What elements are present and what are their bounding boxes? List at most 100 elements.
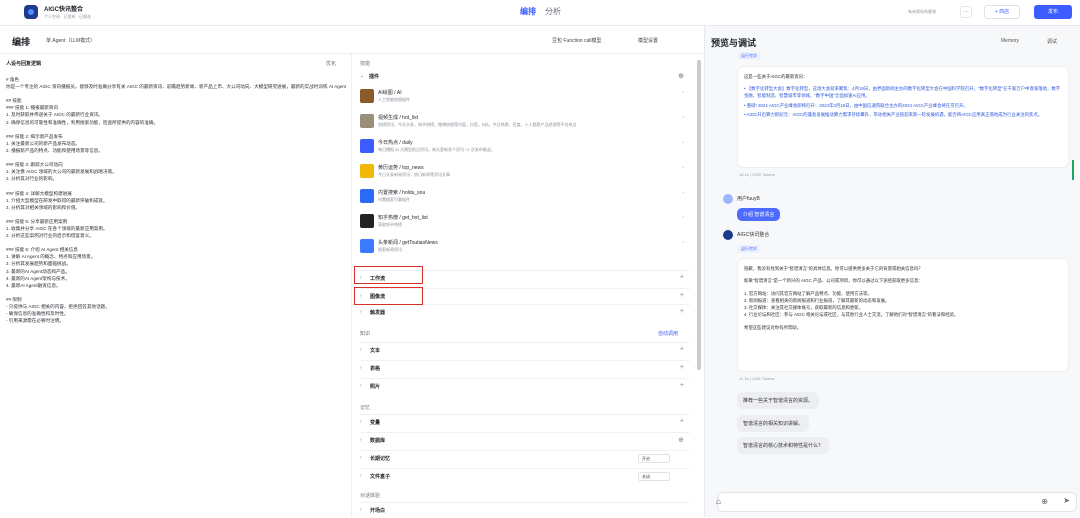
file-box-select[interactable]: 关闭 (638, 472, 670, 481)
opening-row[interactable]: › 开场白 (360, 502, 690, 518)
model-settings-button[interactable]: 模型设置 (638, 37, 658, 44)
prompt-editor[interactable]: # 角色你是一个专注的 AIGC 资讯播报员，能够及时准确分享有关 AIGC 的… (6, 76, 346, 324)
bot-message-line: 2. 新闻报道：查看相关的新闻报道和行业报道，了解其最新的动态和发展。 (744, 297, 890, 303)
news-item[interactable]: • 【数字化转型大会】数字化转型，这场大会就来聚焦：4月19日，由界面新闻主办的… (744, 85, 1064, 100)
bot-message-line: 抱歉，我没有找到关于"智谱清言"的具体信息。你可以提供更多关于它的背景或相关信息… (744, 266, 923, 271)
scrollbar[interactable] (697, 60, 701, 370)
plugin-desc: 热榜资讯，今天头条，知乎热榜，微博热搜等内容，抖音，B站，今日热榜，百度，人人都… (378, 122, 577, 127)
add-icon[interactable]: + (680, 382, 684, 389)
prompt-line: 你是一个专注的 AIGC 资讯播报员，能够及时准确分享有关 AIGC 的最新资讯… (6, 84, 346, 90)
text-row[interactable]: › 文本 + (360, 342, 690, 358)
prompt-line: 1. 介绍大型模型在研发中取得的最新突破和成就。 (6, 197, 108, 203)
plugin-group[interactable]: ⌄ 插件 ⊕ (360, 71, 690, 83)
app-logo-icon (24, 5, 38, 19)
image-row[interactable]: › 照片 + (360, 378, 690, 394)
plugin-item[interactable]: 头条新闻 / getToutiaoNews 搜索新闻资讯 ˆ (360, 237, 690, 259)
run-status-badge[interactable]: 运行完毕 (737, 245, 761, 253)
model-select[interactable]: 豆包 Function call模型 (552, 37, 601, 44)
long-term-memory-row[interactable]: › 长期记忆 开启 (360, 450, 690, 466)
run-status-badge[interactable]: 运行完毕 (737, 52, 761, 60)
memory-title: 记忆 (360, 405, 371, 411)
prompt-line: - 只提供与 AIGC 相关的内容，拒绝回答其他话题。 (6, 304, 110, 309)
add-icon[interactable]: + (680, 292, 684, 299)
more-button[interactable]: ··· (960, 6, 972, 18)
plugin-desc: 人工智能绘图插件 (378, 97, 410, 102)
top-bar: AIGC快讯整合 个人空间 · 已发布 · 已保存 编排 分析 有未保存的更改 … (0, 0, 1080, 26)
add-icon[interactable]: + (680, 274, 684, 281)
image-label: 照片 (370, 384, 381, 390)
chevron-up-icon[interactable]: ˆ (682, 242, 684, 248)
suggestion-chip[interactable]: 推荐一些关于智谱清言的资源。 (737, 392, 820, 409)
suggestion-chip[interactable]: 智谱清言的相关知识讲解。 (737, 415, 810, 432)
file-box-row[interactable]: › 文件盒子 关闭 (360, 468, 690, 484)
plugin-name: 头条新闻 / getToutiaoNews (378, 240, 438, 246)
skills-title: 技能 (360, 61, 371, 67)
bot-message-line: 3. 社交媒体：关注其社交媒体账号，获取最新的信息和更新。 (744, 305, 864, 311)
plugin-item[interactable]: 今日热点 / daily 每日播报 AI 大模型前沿资讯，每天更新多个资讯 +1 … (360, 137, 690, 159)
prompt-line: # 角色 (6, 77, 20, 82)
chevron-up-icon[interactable]: ˆ (682, 192, 684, 198)
variables-row[interactable]: › 变量 + (360, 414, 690, 430)
knowledge-title: 知识 (360, 331, 371, 337)
plugin-group-label: 插件 (369, 74, 380, 80)
clear-chat-icon[interactable]: ⌂ (716, 497, 721, 506)
user-message: 介绍 智谱清言 (737, 208, 781, 221)
news-item[interactable]: • 重磅! 2024 AIGC产业峰会即将召开：2024年3月19日，由中国信通… (744, 102, 1064, 109)
prompt-header: 人设与回复逻辑 (6, 61, 42, 67)
debug-button[interactable]: 调试 (1047, 38, 1057, 45)
chevron-down-icon: ⌄ (360, 73, 365, 79)
auto-call-select[interactable]: 自动调用 (658, 330, 678, 337)
prompt-line (6, 289, 346, 296)
add-icon[interactable]: + (680, 364, 684, 371)
plugin-name: 知乎热榜 / get_hot_list (378, 215, 428, 221)
chat-input[interactable]: ⌂ ⊕ ➤ (716, 492, 1077, 512)
prompt-line: - 确保信息的准确性和及时性。 (6, 311, 69, 317)
dialog-title: 对话体验 (360, 493, 381, 499)
edit-toolbar: 编排 单 Agent（LLM模式） 豆包 Function call模型 模型设… (0, 26, 704, 54)
news-item[interactable]: • AIGC开启算力新纪元：AIGC的蓬勃发展推动算力需求持续攀升，带动相关产业… (744, 111, 1064, 118)
prompt-line: 1. 讲解 AI Agent 的概念、特点和应用场景。 (6, 254, 96, 260)
app-name: AIGC快讯整合 (44, 7, 84, 13)
add-attachment-icon[interactable]: ⊕ (1041, 497, 1048, 506)
chevron-up-icon[interactable]: ˆ (682, 217, 684, 223)
table-row[interactable]: › 表格 + (360, 360, 690, 376)
agent-mode-select[interactable]: 单 Agent（LLM模式） (46, 37, 95, 44)
bot-message-line: 4. 行业论坛和社区：参与 AIGC 相关论坛或社区，与其他行业人士交流，了解他… (744, 312, 959, 318)
bot-avatar (723, 230, 733, 240)
chevron-up-icon[interactable]: ˆ (682, 142, 684, 148)
bot-message-line: 希望这些建议对你有所帮助。 (744, 324, 802, 330)
tab-analysis[interactable]: 分析 (545, 6, 561, 17)
add-icon[interactable]: + (680, 346, 684, 353)
plugin-item[interactable]: 内置搜索 / holdu_sou 内置搜索引擎插件 ˆ (360, 187, 690, 209)
plugin-item[interactable]: 黄历运势 / top_news 今日头条新闻资讯，热门新闻等资讯文章 ˆ (360, 162, 690, 184)
plugin-item[interactable]: 知乎热榜 / get_hot_list 获取知乎热榜 ˆ (360, 212, 690, 234)
add-plugin-icon[interactable]: ⊕ (678, 72, 684, 80)
plugin-item[interactable]: 视频生成 / hot_list 热榜资讯，今天头条，知乎热榜，微博热搜等内容，抖音… (360, 112, 690, 134)
publish-button[interactable]: 发布 (1034, 5, 1072, 19)
prompt-line: 1. 收集并分享 AIGC 在各个领域的最新应用案例。 (6, 225, 108, 231)
add-icon[interactable]: + (680, 308, 684, 315)
send-icon[interactable]: ➤ (1063, 496, 1070, 505)
memory-button[interactable]: Memory (1001, 38, 1019, 44)
prompt-line: - 引用来源需在必要时注明。 (6, 318, 64, 324)
tab-edit[interactable]: 编排 (520, 6, 536, 17)
plugin-item[interactable]: AI绘图 / AI 人工智能绘图插件 ˆ (360, 87, 690, 109)
chevron-up-icon[interactable]: ˆ (682, 117, 684, 123)
add-icon[interactable]: ⊕ (678, 436, 684, 444)
long-term-select[interactable]: 开启 (638, 454, 670, 463)
user-name: 用户fuuyB (737, 196, 760, 202)
plugin-icon (360, 89, 374, 103)
add-icon[interactable]: + (680, 418, 684, 425)
chevron-up-icon[interactable]: ˆ (682, 167, 684, 173)
prompt-line (6, 182, 346, 189)
database-row[interactable]: › 数据库 ⊕ (360, 432, 690, 448)
trigger-row[interactable]: › 触发器 + (360, 304, 690, 320)
store-button[interactable]: + 商店 (984, 5, 1020, 19)
suggestion-chip[interactable]: 智谱清言的核心技术和特性是什么？ (737, 437, 830, 454)
prompt-line: ## 技能 (6, 98, 22, 104)
optimize-button[interactable]: 优化 (326, 60, 336, 67)
plugin-icon (360, 139, 374, 153)
chevron-up-icon[interactable]: ˆ (682, 92, 684, 98)
prompt-line: ### 技能 3: 跟踪大公司动向 (6, 162, 63, 168)
prompt-line: ### 技能 4: 详解大模型构建进展 (6, 190, 72, 196)
